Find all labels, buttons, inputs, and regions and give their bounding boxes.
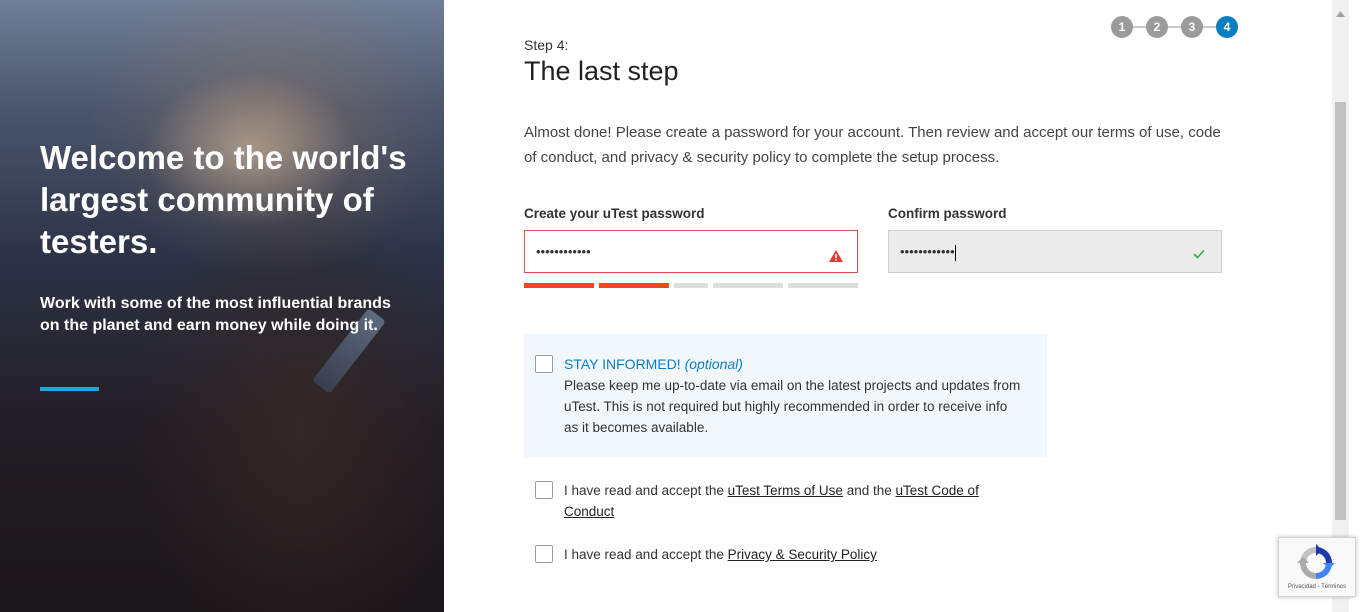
hero-subtitle: Work with some of the most influential b… [40, 295, 391, 334]
confirm-password-input[interactable]: •••••••••••• [888, 230, 1222, 273]
password-strength-meter [524, 283, 858, 288]
recaptcha-links[interactable]: Privacidad - Términos [1279, 584, 1355, 590]
terms-of-use-link[interactable]: uTest Terms of Use [728, 483, 843, 498]
step-2[interactable]: 2 [1146, 16, 1168, 38]
step-4: 4 [1216, 16, 1238, 38]
optin-description: Please keep me up-to-date via email on t… [564, 378, 1021, 435]
optin-heading-text: STAY INFORMED! [564, 356, 681, 372]
strength-segment [713, 283, 783, 288]
privacy-consent-text: I have read and accept the Privacy & Sec… [564, 544, 1024, 565]
recaptcha-icon [1296, 543, 1336, 588]
text-caret [954, 244, 956, 261]
step-label: Step 4: [524, 37, 569, 53]
strength-segment [599, 283, 669, 288]
optin-heading: STAY INFORMED! (optional) [564, 356, 743, 372]
stepper-connector [1203, 26, 1216, 28]
progress-stepper: 1 2 3 4 [1111, 16, 1239, 38]
scroll-up-arrow-icon[interactable] [1336, 4, 1345, 22]
check-icon [1193, 246, 1205, 264]
password-label: Create your uTest password [524, 206, 705, 221]
terms-prefix: I have read and accept the [564, 483, 724, 498]
privacy-checkbox[interactable] [535, 545, 553, 563]
scrollbar-thumb[interactable] [1335, 102, 1346, 520]
confirm-password-label: Confirm password [888, 206, 1007, 221]
stepper-connector [1168, 26, 1181, 28]
password-input[interactable]: •••••••••••• [524, 230, 858, 273]
right-gutter [1349, 0, 1366, 612]
terms-middle: and the [846, 483, 892, 498]
optin-optional-text: (optional) [684, 356, 743, 372]
hero-panel: Welcome to the world's largest community… [0, 0, 444, 612]
password-value: •••••••••••• [536, 244, 591, 259]
page-title: The last step [524, 56, 679, 86]
hero-title: Welcome to the world's largest community… [40, 139, 407, 260]
intro-text: Almost done! Please create a password fo… [524, 124, 1221, 166]
privacy-policy-link[interactable]: Privacy & Security Policy [728, 547, 877, 562]
strength-segment [674, 283, 708, 288]
terms-consent-text: I have read and accept the uTest Terms o… [564, 480, 1024, 522]
confirm-password-value: •••••••••••• [900, 244, 956, 261]
step-3[interactable]: 3 [1181, 16, 1203, 38]
page-scrollbar[interactable] [1332, 0, 1349, 612]
stepper-connector [1133, 26, 1146, 28]
strength-segment [788, 283, 858, 288]
strength-segment [524, 283, 594, 288]
newsletter-checkbox[interactable] [535, 355, 553, 373]
privacy-prefix: I have read and accept the [564, 547, 724, 562]
step-1[interactable]: 1 [1111, 16, 1133, 38]
hero-accent-bar [40, 387, 99, 391]
warning-icon [829, 249, 843, 267]
recaptcha-badge[interactable]: Privacidad - Términos [1278, 537, 1356, 597]
terms-checkbox[interactable] [535, 481, 553, 499]
